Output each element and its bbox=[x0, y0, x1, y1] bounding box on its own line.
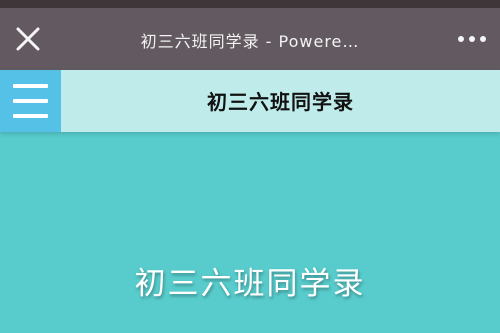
screen: 初三六班同学录 - Powere… 初三六班同学录 初三六班同学录 bbox=[0, 0, 500, 333]
hero-title: 初三六班同学录 bbox=[134, 266, 366, 302]
header-title: 初三六班同学录 bbox=[207, 90, 354, 114]
status-strip bbox=[0, 0, 500, 8]
page-title: 初三六班同学录 - Powere… bbox=[140, 32, 360, 51]
more-dots-icon[interactable] bbox=[458, 36, 488, 44]
close-icon[interactable] bbox=[14, 25, 42, 53]
hamburger-menu-icon[interactable] bbox=[0, 70, 61, 132]
app-header: 初三六班同学录 bbox=[0, 70, 500, 132]
browser-title-bar: 初三六班同学录 - Powere… bbox=[0, 8, 500, 70]
